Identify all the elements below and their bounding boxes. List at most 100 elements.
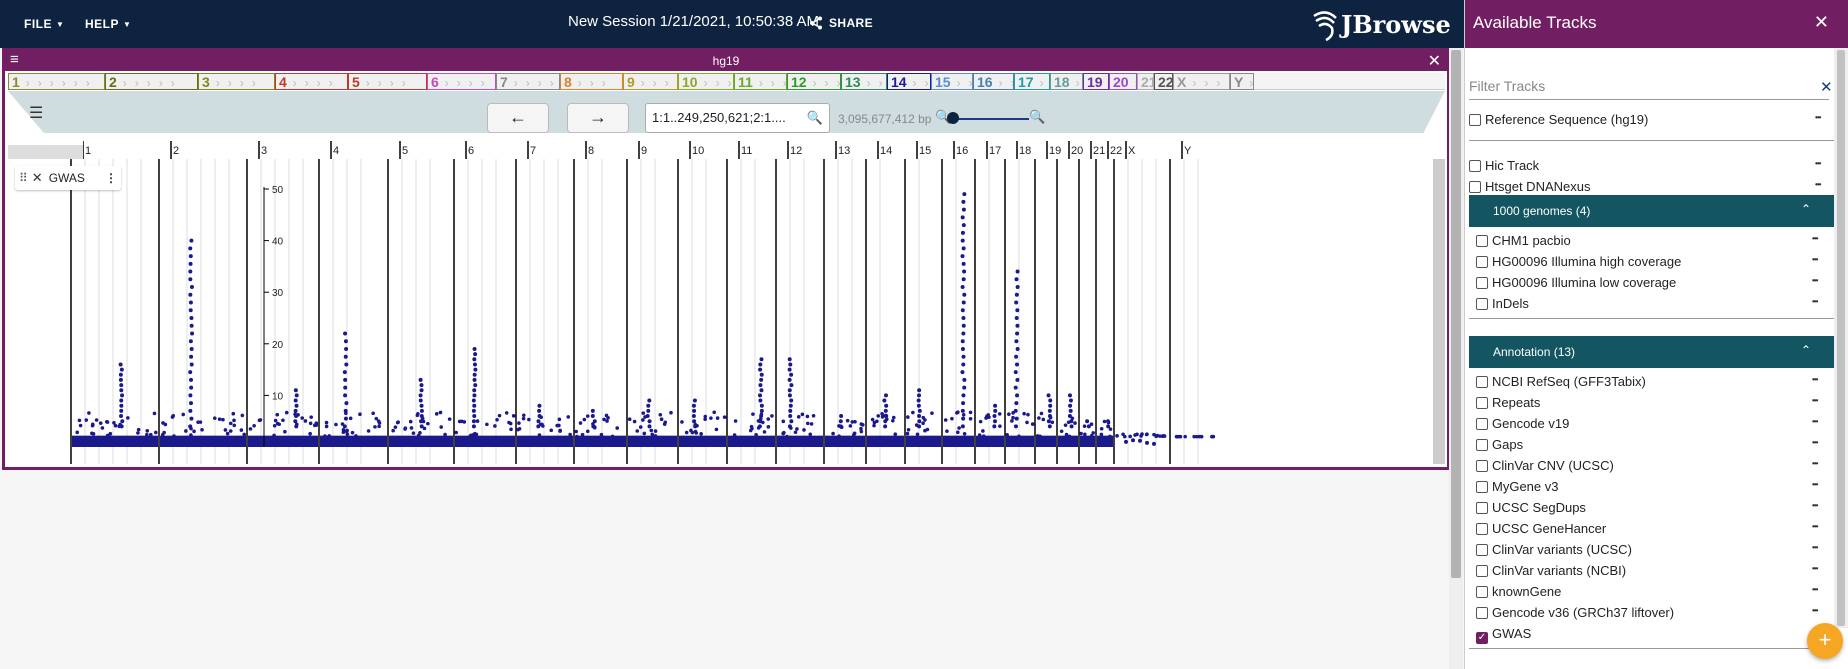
chromosome-box-x[interactable]: X ››› [1173,73,1230,90]
zoom-in-icon[interactable]: 🔍 [1029,109,1045,125]
checkbox-icon[interactable] [1476,439,1488,451]
checkbox-icon[interactable] [1476,298,1488,310]
chromosome-box-6[interactable]: 6 ›››› [427,73,496,90]
track-checkbox-row[interactable]: UCSC SegDups [1476,500,1586,515]
chevron-up-icon[interactable]: ⌃ [1801,343,1811,357]
drawer-scrollbar[interactable] [1834,48,1848,628]
checked-checkbox-icon[interactable]: ✓ [1476,632,1488,644]
chromosome-box-3[interactable]: 3 ›››› [198,73,275,90]
clear-filter-icon[interactable]: ✕ [1820,78,1833,96]
track-checkbox-row[interactable]: MyGene v3 [1476,479,1558,494]
gwas-manhattan-plot[interactable]: 10 20 30 40 50 [8,159,1445,464]
scrollbar-thumb[interactable] [1837,50,1845,626]
track-checkbox-row[interactable]: ✓ GWAS [1476,626,1531,644]
chromosome-box-15[interactable]: 15 ›› [931,73,973,90]
chromosome-box-9[interactable]: 9 ››› [623,73,678,90]
checkbox-icon[interactable] [1476,235,1488,247]
track-more-icon[interactable]: ••• [1812,585,1818,594]
track-more-icon[interactable]: ••• [1815,113,1821,122]
checkbox-icon[interactable] [1469,181,1481,193]
add-fab-button[interactable]: + [1807,623,1843,659]
checkbox-icon[interactable] [1476,565,1488,577]
checkbox-icon[interactable] [1476,502,1488,514]
chromosome-box-2[interactable]: 2 ››››› [105,73,198,90]
track-more-icon[interactable]: ••• [1815,159,1821,168]
track-more-icon[interactable]: ••• [1812,396,1818,405]
track-checkbox-row[interactable]: Repeats [1476,395,1540,410]
chromosome-box-16[interactable]: 16 ›› [973,73,1014,90]
track-more-icon[interactable]: ••• [1812,564,1818,573]
track-more-icon[interactable]: ••• [1812,417,1818,426]
track-checkbox-row[interactable]: Gencode v19 [1476,416,1569,431]
checkbox-icon[interactable] [1476,418,1488,430]
chromosome-box-14[interactable]: 14 ›› [887,73,931,90]
track-checkbox-row[interactable]: UCSC GeneHancer [1476,521,1606,536]
track-more-icon[interactable]: ••• [1812,255,1818,264]
scroll-left-button[interactable]: ← [487,103,549,133]
track-more-icon[interactable]: ••• [1812,522,1818,531]
track-more-icon[interactable]: ••• [1815,180,1821,189]
category-header[interactable]: Annotation (13) ⌃ [1469,336,1835,368]
track-checkbox-row[interactable]: CHM1 pacbio [1476,233,1571,248]
chromosome-box-1[interactable]: 1 ›››››› [8,73,105,90]
chromosome-box-13[interactable]: 13 ›› [841,73,887,90]
chromosome-box-21[interactable]: 21› [1137,73,1154,90]
checkbox-icon[interactable] [1469,114,1481,126]
chromosome-box-5[interactable]: 5 ›››› [348,73,427,90]
checkbox-icon[interactable] [1476,397,1488,409]
track-more-icon[interactable]: ••• [1812,375,1818,384]
chromosome-box-20[interactable]: 20› [1109,73,1137,90]
chromosome-box-4[interactable]: 4 ›››› [275,73,348,90]
checkbox-icon[interactable] [1476,277,1488,289]
checkbox-icon[interactable] [1469,160,1481,172]
help-menu-button[interactable]: HELP ▼ [85,17,131,31]
track-more-icon[interactable]: ••• [1812,459,1818,468]
chromosome-box-7[interactable]: 7 ›››› [496,73,560,90]
chromosome-box-12[interactable]: 12 ››› [787,73,841,90]
track-more-icon[interactable]: ••• [1812,501,1818,510]
chromosome-box-18[interactable]: 18 ›› [1050,73,1083,90]
filter-tracks-input[interactable]: Filter Tracks [1469,78,1829,100]
chromosome-box-11[interactable]: 11 ››› [734,73,787,90]
chromosome-box-17[interactable]: 17 ›› [1014,73,1050,90]
zoom-slider-track[interactable] [949,118,1029,120]
track-selector-icon[interactable]: ☰ [29,103,43,123]
checkbox-icon[interactable] [1476,523,1488,535]
share-button[interactable]: SHARE [809,16,873,30]
chromosome-box-19[interactable]: 19› [1083,73,1109,90]
close-track-icon[interactable]: ✕ [32,170,43,185]
session-title[interactable]: New Session 1/21/2021, 10:50:38 AM [568,13,819,30]
checkbox-icon[interactable] [1476,481,1488,493]
location-search-input[interactable]: 1:1..249,250,621;2:1.... 🔍 [645,103,830,133]
track-checkbox-row[interactable]: InDels [1476,296,1529,311]
track-more-icon[interactable]: ••• [1812,276,1818,285]
checkbox-icon[interactable] [1476,376,1488,388]
track-more-icon[interactable]: ••• [1812,480,1818,489]
scroll-right-button[interactable]: → [567,103,629,133]
track-checkbox-row[interactable]: Reference Sequence (hg19) [1469,112,1648,127]
track-checkbox-row[interactable]: HG00096 Illumina high coverage [1476,254,1681,269]
track-more-icon[interactable]: ••• [1812,297,1818,306]
category-header[interactable]: 1000 genomes (4) ⌃ [1469,195,1835,227]
chromosome-box-10[interactable]: 10 ››› [678,73,734,90]
track-checkbox-row[interactable]: Hic Track [1469,158,1539,173]
drawer-close-icon[interactable]: ✕ [1814,12,1829,33]
checkbox-icon[interactable] [1476,607,1488,619]
chevron-up-icon[interactable]: ⌃ [1801,202,1811,216]
gwas-track-label[interactable]: ⠿ ✕ GWAS ⋮ [15,166,121,190]
checkbox-icon[interactable] [1476,544,1488,556]
track-checkbox-row[interactable]: Gaps [1476,437,1523,452]
chromosome-box-y[interactable]: Y› [1230,73,1254,90]
track-checkbox-row[interactable]: Htsget DNANexus [1469,179,1590,194]
track-checkbox-row[interactable]: ClinVar variants (NCBI) [1476,563,1626,578]
zoom-slider-thumb[interactable] [947,112,959,124]
drag-handle-icon[interactable]: ⠿ [19,171,28,185]
checkbox-icon[interactable] [1476,256,1488,268]
checkbox-icon[interactable] [1476,460,1488,472]
track-checkbox-row[interactable]: Gencode v36 (GRCh37 liftover) [1476,605,1674,620]
file-menu-button[interactable]: FILE ▼ [24,17,64,31]
chromosome-box-8[interactable]: 8 ››› [560,73,623,90]
track-checkbox-row[interactable]: ClinVar variants (UCSC) [1476,542,1632,557]
track-more-icon[interactable]: ••• [1812,234,1818,243]
track-checkbox-row[interactable]: ClinVar CNV (UCSC) [1476,458,1614,473]
